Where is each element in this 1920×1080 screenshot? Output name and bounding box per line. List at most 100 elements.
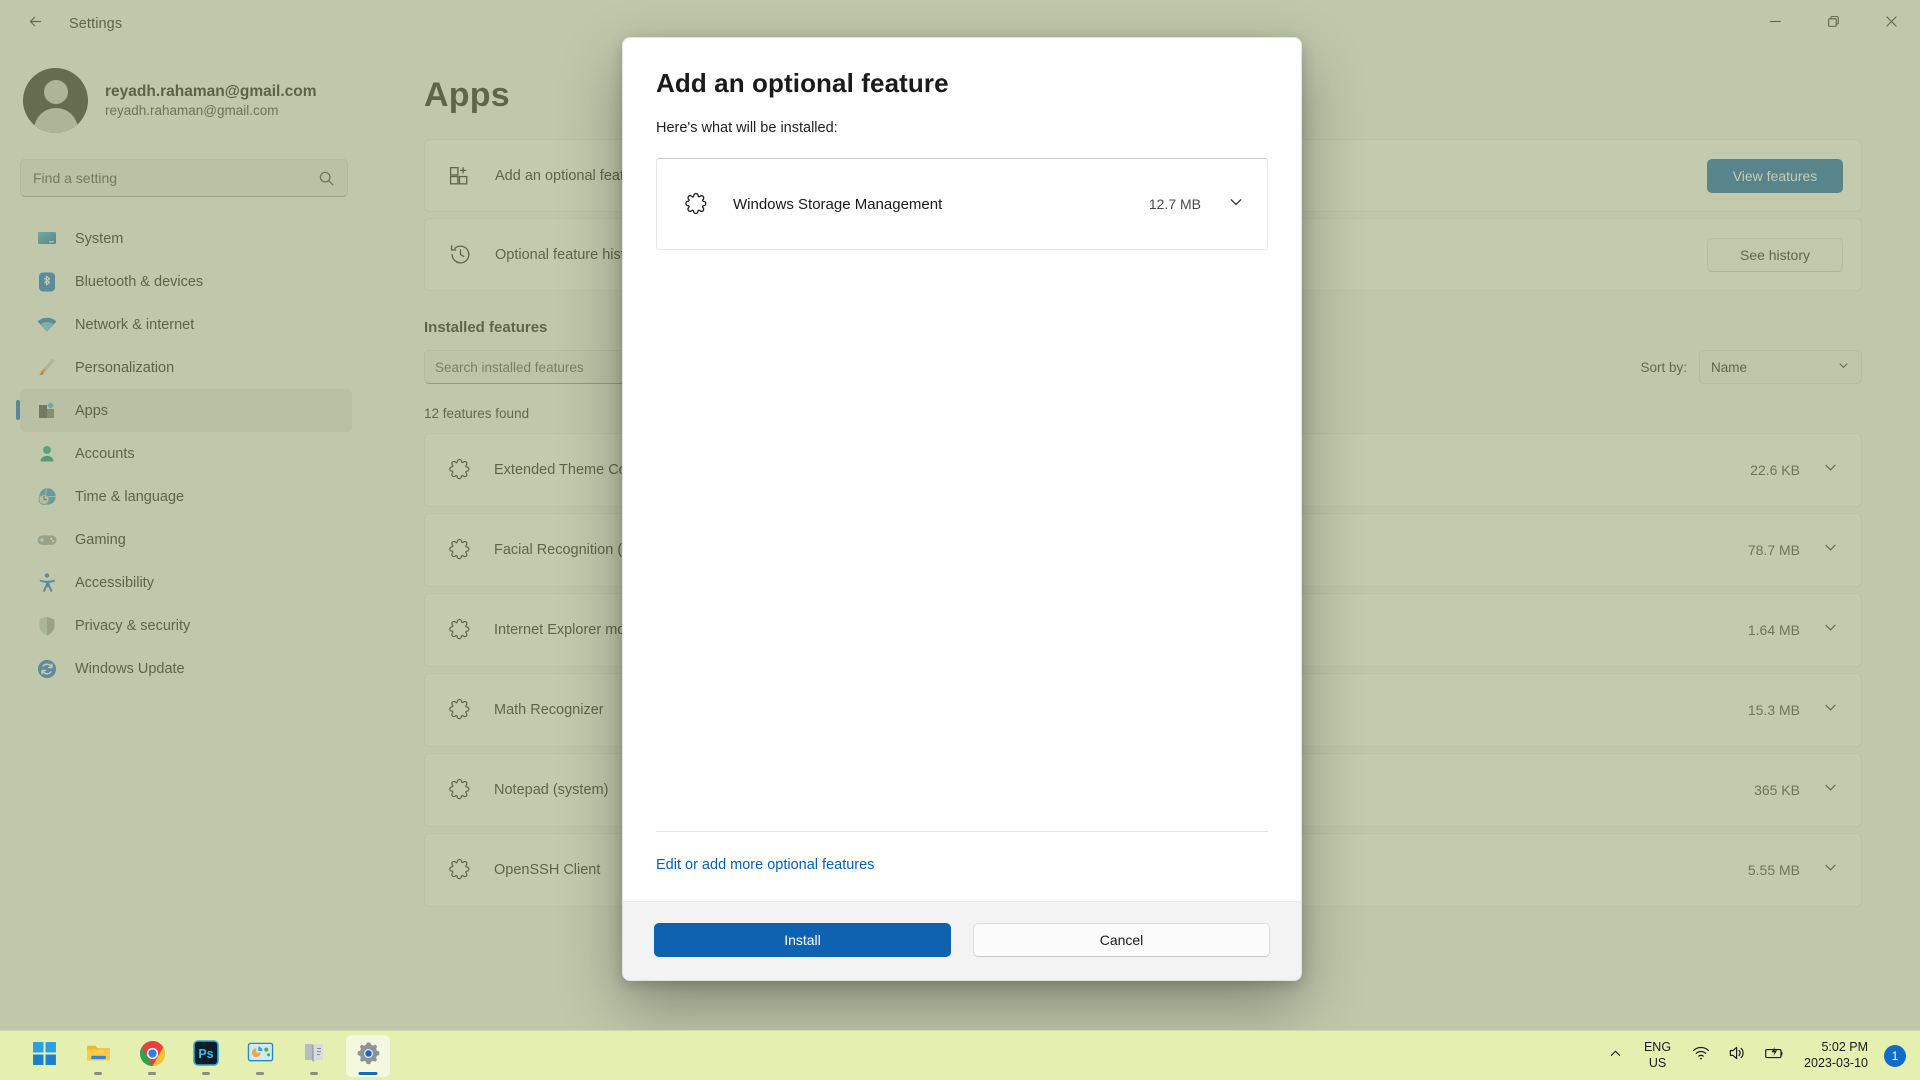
sort-by-value: Name	[1711, 360, 1747, 375]
sidebar-item-apps[interactable]: Apps	[20, 389, 352, 432]
sidebar-item-accounts[interactable]: Accounts	[20, 432, 352, 475]
install-button[interactable]: Install	[654, 923, 951, 957]
sidebar-item-accessibility[interactable]: Accessibility	[20, 561, 352, 604]
sidebar-item-label: Gaming	[75, 532, 126, 548]
show-hidden-icons-button[interactable]	[1599, 1035, 1632, 1077]
chevron-down-icon[interactable]	[1227, 193, 1245, 216]
chevron-down-icon[interactable]	[1822, 779, 1839, 801]
system-icon	[36, 228, 58, 250]
back-button[interactable]	[14, 7, 56, 41]
settings-search-box[interactable]	[20, 159, 348, 197]
presentation-app-button[interactable]	[238, 1035, 282, 1077]
battery-button[interactable]	[1755, 1035, 1794, 1077]
add-feature-icon	[448, 163, 473, 188]
gear-icon	[355, 1040, 382, 1072]
puzzle-icon	[448, 458, 472, 482]
maximize-button[interactable]	[1804, 0, 1862, 48]
brush-icon	[36, 357, 58, 379]
running-indicator	[148, 1072, 156, 1075]
account-name: reyadh.rahaman@gmail.com	[105, 83, 317, 101]
system-tray: ENG US 5	[1599, 1035, 1920, 1077]
dialog-subtitle: Here's what will be installed:	[656, 120, 1268, 136]
photoshop-button[interactable]: Ps	[184, 1035, 228, 1077]
sort-by-label: Sort by:	[1640, 360, 1687, 375]
photoshop-icon: Ps	[193, 1040, 219, 1071]
close-icon	[1885, 15, 1898, 33]
start-button[interactable]	[22, 1035, 66, 1077]
network-button[interactable]	[1683, 1035, 1719, 1077]
minimize-button[interactable]	[1746, 0, 1804, 48]
chevron-down-icon	[1837, 359, 1850, 375]
close-button[interactable]	[1862, 0, 1920, 48]
sidebar-item-system[interactable]: System	[20, 217, 352, 260]
volume-button[interactable]	[1719, 1035, 1755, 1077]
file-explorer-button[interactable]	[76, 1035, 120, 1077]
presentation-icon	[247, 1040, 274, 1072]
notification-badge[interactable]: 1	[1884, 1045, 1906, 1067]
chevron-down-icon[interactable]	[1822, 459, 1839, 481]
dialog-title: Add an optional feature	[656, 68, 1268, 99]
feature-size: 22.6 KB	[1750, 462, 1800, 478]
wifi-icon	[1692, 1044, 1710, 1067]
chevron-down-icon[interactable]	[1822, 539, 1839, 561]
search-input[interactable]	[33, 170, 318, 186]
chevron-down-icon[interactable]	[1822, 619, 1839, 641]
account-block[interactable]: reyadh.rahaman@gmail.com reyadh.rahaman@…	[0, 56, 372, 145]
puzzle-icon	[448, 698, 472, 722]
chrome-icon	[139, 1040, 166, 1072]
puzzle-icon	[448, 618, 472, 642]
history-icon	[448, 242, 473, 267]
language-line-2: US	[1649, 1056, 1666, 1071]
sidebar-item-bluetooth-devices[interactable]: Bluetooth & devices	[20, 260, 352, 303]
svg-text:Ps: Ps	[198, 1047, 213, 1061]
feature-size: 365 KB	[1754, 782, 1800, 798]
sidebar-item-label: Accounts	[75, 446, 135, 462]
google-chrome-button[interactable]	[130, 1035, 174, 1077]
see-history-button[interactable]: See history	[1707, 238, 1843, 272]
sidebar-item-gaming[interactable]: Gaming	[20, 518, 352, 561]
clock-time: 5:02 PM	[1821, 1040, 1868, 1056]
search-icon	[318, 170, 335, 187]
chevron-down-icon[interactable]	[1822, 699, 1839, 721]
dialog-feature-row[interactable]: Windows Storage Management 12.7 MB	[656, 158, 1268, 250]
dialog-feature-name: Windows Storage Management	[733, 196, 1149, 213]
view-features-button[interactable]: View features	[1707, 159, 1843, 193]
sidebar-item-label: Personalization	[75, 360, 174, 376]
sidebar-item-windows-update[interactable]: Windows Update	[20, 647, 352, 690]
sidebar-item-privacy-security[interactable]: Privacy & security	[20, 604, 352, 647]
chevron-up-icon	[1608, 1046, 1623, 1066]
accessibility-icon	[36, 572, 58, 594]
running-indicator	[310, 1072, 318, 1075]
store-icon	[301, 1040, 327, 1071]
puzzle-icon	[448, 858, 472, 882]
sidebar-item-label: System	[75, 231, 123, 247]
language-line-1: ENG	[1644, 1040, 1671, 1055]
running-indicator	[256, 1072, 264, 1075]
puzzle-icon	[448, 538, 472, 562]
settings-app-button[interactable]	[346, 1035, 390, 1077]
clock[interactable]: 5:02 PM 2023-03-10	[1794, 1040, 1880, 1071]
feature-size: 15.3 MB	[1748, 702, 1800, 718]
minimize-icon	[1769, 15, 1782, 33]
sidebar-item-label: Time & language	[75, 489, 184, 505]
sort-by-dropdown[interactable]: Name	[1699, 350, 1862, 384]
sidebar-item-label: Privacy & security	[75, 618, 190, 634]
sidebar-item-network-internet[interactable]: Network & internet	[20, 303, 352, 346]
dialog-feature-size: 12.7 MB	[1149, 196, 1201, 212]
sidebar-item-personalization[interactable]: Personalization	[20, 346, 352, 389]
edit-or-add-more-features-link[interactable]: Edit or add more optional features	[656, 832, 1268, 901]
taskbar: Ps	[0, 1030, 1920, 1080]
sidebar-item-time-language[interactable]: Time & language	[20, 475, 352, 518]
update-icon	[36, 658, 58, 680]
chevron-down-icon[interactable]	[1822, 859, 1839, 881]
windows-logo-icon	[32, 1041, 57, 1071]
language-indicator[interactable]: ENG US	[1632, 1040, 1683, 1071]
sidebar-item-label: Network & internet	[75, 317, 194, 333]
running-indicator	[202, 1072, 210, 1075]
store-app-button[interactable]	[292, 1035, 336, 1077]
bluetooth-icon	[36, 271, 58, 293]
person-icon	[36, 443, 58, 465]
add-optional-feature-dialog: Add an optional feature Here's what will…	[622, 37, 1302, 981]
cancel-button[interactable]: Cancel	[973, 923, 1270, 957]
sidebar-item-label: Accessibility	[75, 575, 154, 591]
